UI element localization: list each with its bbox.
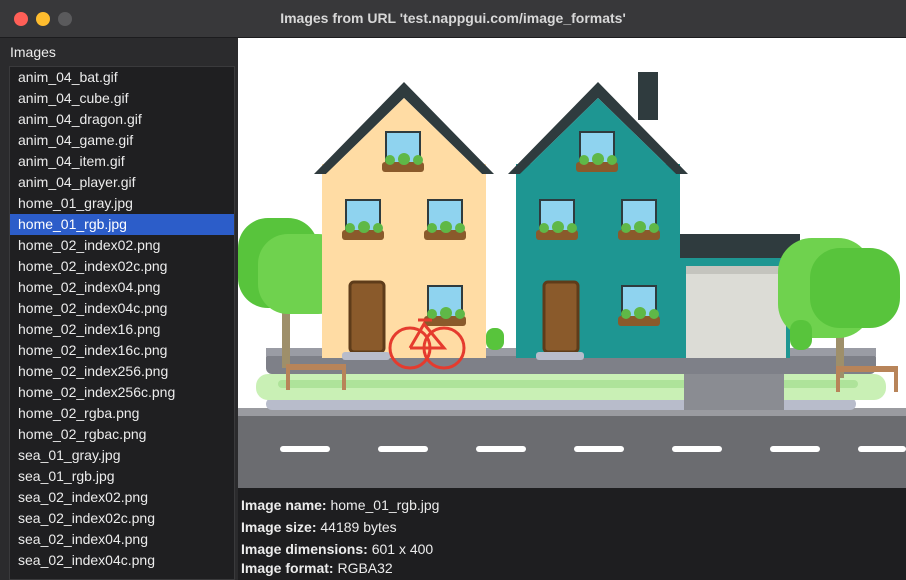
image-dimensions-label: Image dimensions: (241, 541, 368, 557)
bench-left (286, 364, 346, 370)
list-item[interactable]: home_02_index04.png (10, 277, 234, 298)
garage-roof (680, 234, 800, 258)
image-format-row: Image format: RGBA32 (241, 560, 393, 576)
bench-right (836, 366, 898, 372)
image-size-label: Image size: (241, 519, 317, 535)
list-item[interactable]: sea_01_rgb.jpg (10, 466, 234, 487)
list-item[interactable]: home_02_index16.png (10, 319, 234, 340)
image-name-label: Image name: (241, 497, 327, 513)
image-size-row: Image size: 44189 bytes (241, 519, 397, 535)
list-item[interactable]: anim_04_cube.gif (10, 88, 234, 109)
list-item[interactable]: anim_04_dragon.gif (10, 109, 234, 130)
list-item[interactable]: anim_04_player.gif (10, 172, 234, 193)
list-item[interactable]: home_02_index256c.png (10, 382, 234, 403)
list-item[interactable]: sea_02_index02.png (10, 487, 234, 508)
image-dimensions-value: 601 x 400 (371, 541, 434, 557)
list-item[interactable]: sea_02_index04c.png (10, 550, 234, 571)
teal-house-door (542, 280, 580, 354)
list-item[interactable]: home_02_index16c.png (10, 340, 234, 361)
list-item[interactable]: home_01_rgb.jpg (10, 214, 234, 235)
title-bar: Images from URL 'test.nappgui.com/image_… (0, 0, 906, 38)
list-item[interactable]: home_02_rgbac.png (10, 424, 234, 445)
image-format-label: Image format: (241, 560, 334, 576)
list-item[interactable]: sea_01_gray.jpg (10, 445, 234, 466)
list-item[interactable]: anim_04_bat.gif (10, 67, 234, 88)
list-item[interactable]: home_02_rgba.png (10, 403, 234, 424)
image-name-value: home_01_rgb.jpg (330, 497, 440, 513)
image-info-panel: Image name: home_01_rgb.jpg Image size: … (238, 488, 906, 580)
teal-house-wall (516, 164, 680, 358)
list-item[interactable]: anim_04_game.gif (10, 130, 234, 151)
list-item[interactable]: sea_02_index04.png (10, 529, 234, 550)
image-size-value: 44189 bytes (320, 519, 397, 535)
chimney (638, 72, 658, 120)
list-item[interactable]: home_02_index256.png (10, 361, 234, 382)
garage-door (686, 266, 786, 358)
image-name-row: Image name: home_01_rgb.jpg (241, 497, 439, 513)
image-file-list[interactable]: anim_04_bat.gif anim_04_cube.gif anim_04_d… (9, 66, 235, 580)
list-item[interactable]: sea_02_index02c.png (10, 508, 234, 529)
list-item[interactable]: home_02_index02c.png (10, 256, 234, 277)
list-item[interactable]: home_02_index02.png (10, 235, 234, 256)
list-item[interactable]: home_01_gray.jpg (10, 193, 234, 214)
sidebar: Images anim_04_bat.gif anim_04_cube.gif an… (0, 38, 238, 580)
list-item[interactable]: anim_04_item.gif (10, 151, 234, 172)
cream-house-door (348, 280, 386, 354)
image-view (238, 38, 906, 488)
image-dimensions-row: Image dimensions: 601 x 400 (241, 541, 433, 557)
list-item[interactable]: home_02_index04c.png (10, 298, 234, 319)
house-illustration (238, 72, 906, 488)
images-list-label: Images (10, 44, 56, 60)
window-title: Images from URL 'test.nappgui.com/image_… (280, 10, 626, 26)
image-format-value: RGBA32 (337, 560, 393, 576)
